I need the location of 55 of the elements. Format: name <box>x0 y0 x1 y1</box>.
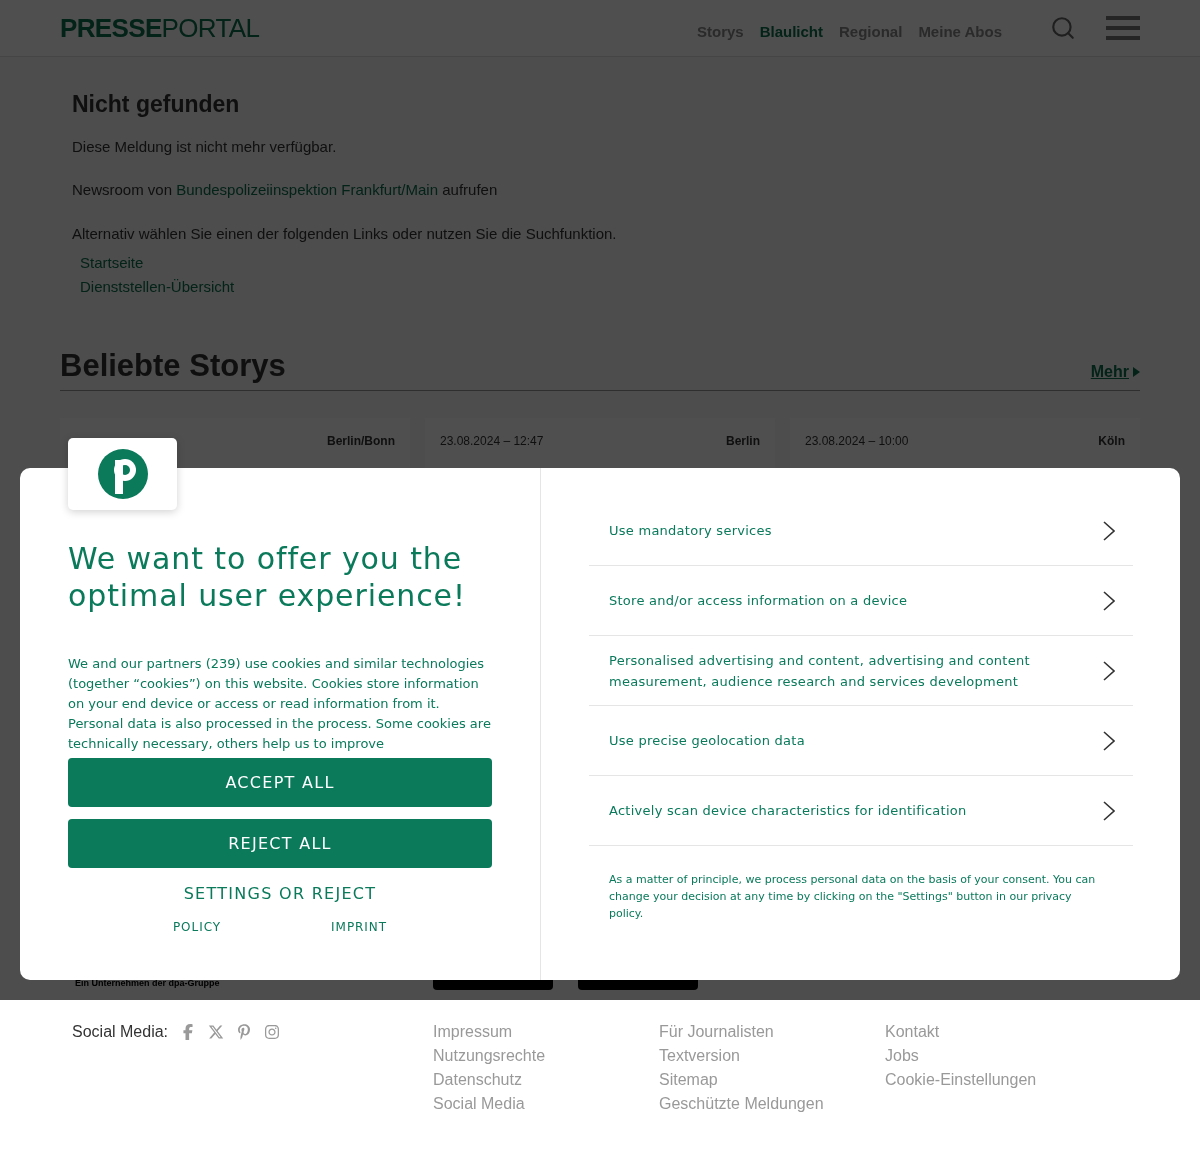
footer-link[interactable]: Nutzungsrechte <box>433 1044 546 1068</box>
purpose-item[interactable]: Personalised advertising and content, advertising and content measurement, audience research and services development <box>589 636 1133 706</box>
alternative-text: Alternativ wählen Sie einen der folgenden Links oder nutzen Sie die Suchfunktion. <box>72 223 618 244</box>
logo-icon <box>97 449 148 499</box>
story-date: 23.08.2024 – 10:00 <box>805 432 909 450</box>
menu-icon[interactable] <box>1106 15 1140 41</box>
footer-link[interactable]: Social Media <box>433 1092 525 1116</box>
story-place: Berlin/Bonn <box>327 432 395 450</box>
footer-link[interactable]: Cookie-Einstellungen <box>885 1068 1037 1092</box>
chevron-icon <box>1103 730 1115 751</box>
nav-link[interactable]: Blaulicht <box>759 20 824 44</box>
footer-link[interactable]: Jobs <box>885 1044 919 1068</box>
chevron-icon <box>1103 520 1115 541</box>
footer-link[interactable]: IMPRINT <box>331 918 388 936</box>
purpose-item[interactable]: Store and/or access information on a device <box>589 566 1133 636</box>
chevron-icon <box>1103 590 1115 611</box>
consent-note: As a matter of principle, we process personal data on the basis of your consent. You can change your decision at any time by clicking on the "Settings" button in our privacy policy. <box>608 872 1097 922</box>
message-text: Diese Meldung ist nicht mehr verfügbar. <box>72 136 338 157</box>
purpose-item[interactable]: Actively scan device characteristics for identification <box>589 776 1133 846</box>
page-link[interactable]: Startseite <box>80 251 144 275</box>
newsroom-text: Newsroom von Bundespolizeiinspektion Frankfurt/Main aufrufen <box>72 180 499 200</box>
page-link[interactable]: Dienststellen-Übersicht <box>80 275 235 299</box>
consent-headline: We want to offer you the optimal user experience! <box>68 540 467 614</box>
purpose-item[interactable]: Use mandatory services <box>589 496 1133 566</box>
reject-all-button[interactable]: REJECT ALL <box>68 819 492 868</box>
x-icon[interactable] <box>208 1024 225 1040</box>
triangle-icon <box>1133 366 1140 377</box>
consent-paragraph: We and our partners (239) use cookies and similar technologies (together “cookies”) on this website. Cookies store information on your end device or access or read information from it. <box>68 655 486 713</box>
chevron-icon <box>1103 800 1115 821</box>
footer-link[interactable]: Impressum <box>433 1020 513 1044</box>
story-date: 23.08.2024 – 12:47 <box>440 432 544 450</box>
consent-paragraph: Personal data is also processed in the process. Some cookies are technically necessary, others help us to improve <box>68 715 492 753</box>
story-place: Köln <box>1098 432 1125 450</box>
company-note: Ein Unternehmen der dpa-Gruppe <box>75 976 221 990</box>
newsroom-link[interactable]: Bundespolizeiinspektion Frankfurt/Main <box>176 181 439 198</box>
footer-link[interactable]: Sitemap <box>659 1068 718 1092</box>
story-place: Berlin <box>726 432 760 450</box>
footer-link[interactable]: Geschützte Meldungen <box>659 1092 824 1116</box>
instagram-icon[interactable] <box>264 1024 281 1040</box>
accept-all-button[interactable]: ACCEPT ALL <box>68 758 492 807</box>
chevron-icon <box>1103 660 1115 681</box>
footer-link[interactable]: Für Journalisten <box>659 1020 774 1044</box>
footer-link[interactable]: Textversion <box>659 1044 740 1068</box>
logo[interactable]: PRESSEPORTAL <box>60 15 260 41</box>
settings-link[interactable]: SETTINGS OR REJECT <box>183 882 377 906</box>
footer-link[interactable]: POLICY <box>172 918 222 936</box>
social-label: Social Media: <box>72 1022 169 1042</box>
page-heading: Nicht gefunden <box>72 90 241 119</box>
section-heading: Beliebte Storys <box>60 347 286 385</box>
search-icon[interactable] <box>1050 15 1076 41</box>
purpose-item[interactable]: Use precise geolocation data <box>589 706 1133 776</box>
footer-link[interactable]: Datenschutz <box>433 1068 522 1092</box>
pinterest-icon[interactable] <box>236 1024 253 1040</box>
more-link[interactable]: Mehr <box>1090 359 1140 384</box>
footer-link[interactable]: Kontakt <box>885 1020 940 1044</box>
